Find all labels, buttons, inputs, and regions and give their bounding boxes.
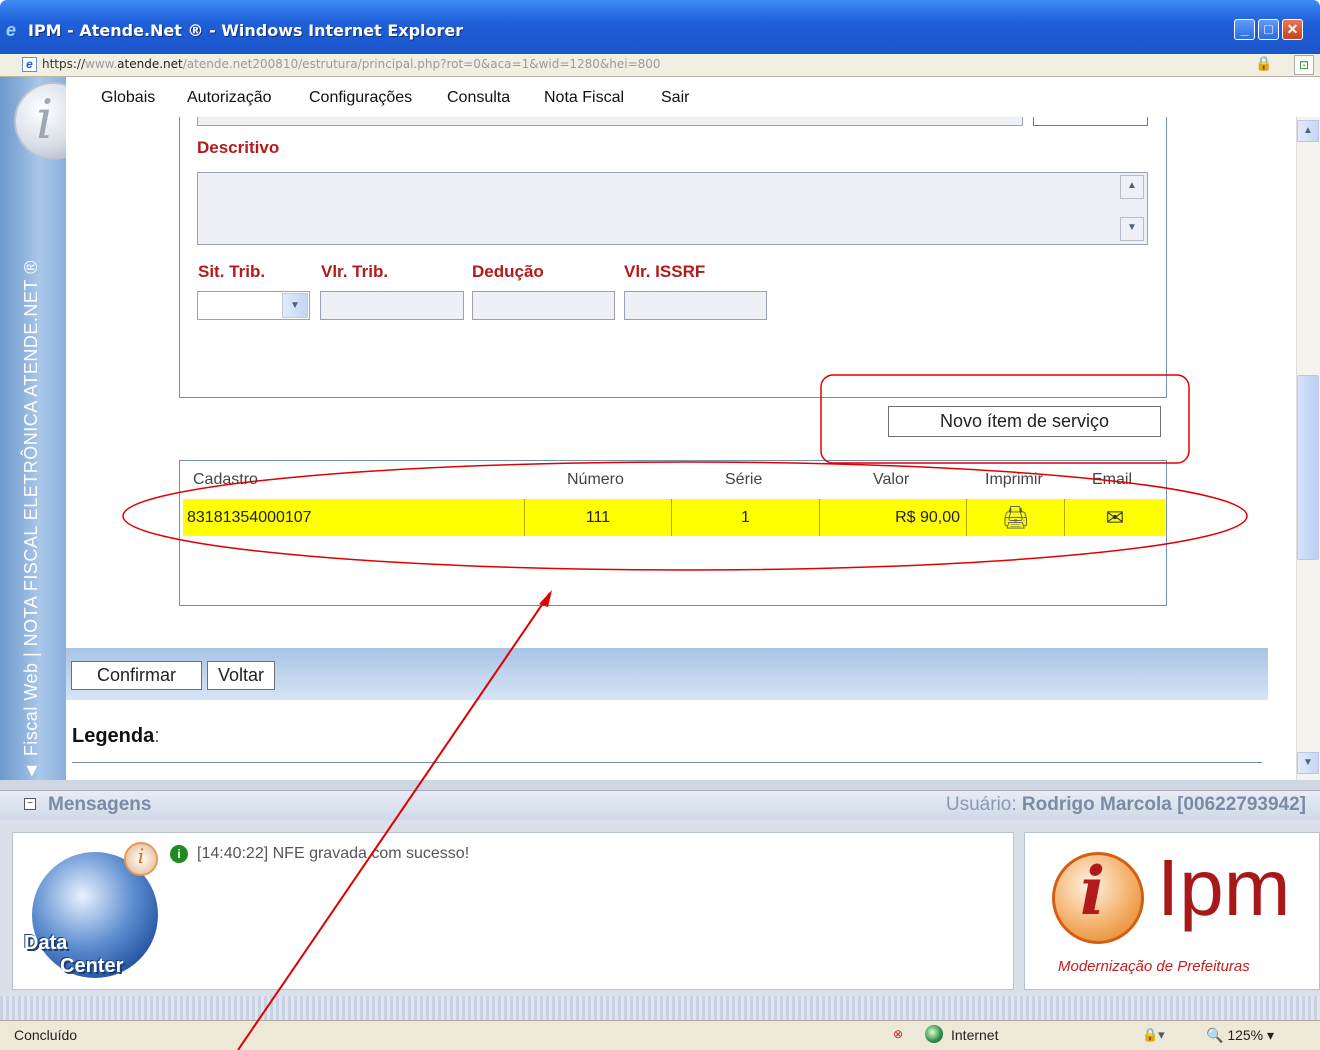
email-icon[interactable]: ✉ bbox=[1065, 499, 1165, 536]
cell-valor: R$ 90,00 bbox=[820, 499, 967, 536]
menu-configuracoes[interactable]: Configurações bbox=[309, 89, 412, 107]
vlr-issrf-label: Vlr. ISSRF bbox=[624, 262, 706, 281]
address-url[interactable]: https://www.atende.net/atende.net200810/… bbox=[42, 57, 661, 71]
menu-autorizacao[interactable]: Autorização bbox=[187, 89, 272, 107]
sidebar-vertical-text[interactable]: ◄ Fiscal Web | NOTA FISCAL ELETRÔNICA AT… bbox=[21, 260, 42, 780]
messages-splitter[interactable] bbox=[0, 780, 1320, 790]
textarea-scroll-up-icon[interactable]: ▲ bbox=[1120, 175, 1144, 199]
vlr-trib-label: Vlr. Trib. bbox=[321, 262, 389, 281]
scroll-thumb[interactable] bbox=[1297, 375, 1319, 560]
col-imprimir[interactable]: Imprimir bbox=[985, 471, 1043, 489]
top-button-partial[interactable] bbox=[1033, 117, 1148, 126]
sit-trib-label: Sit. Trib. bbox=[198, 262, 266, 281]
logo-i-icon: i bbox=[36, 88, 54, 151]
messages-title: Mensagens bbox=[48, 794, 152, 815]
ipm-logo-text: Ipm bbox=[1157, 843, 1291, 932]
col-serie[interactable]: Série bbox=[725, 471, 762, 489]
message-item: [14:40:22] NFE gravada com sucesso! bbox=[197, 845, 470, 862]
lock-icon[interactable]: 🔒 bbox=[1254, 55, 1274, 75]
descritivo-label: Descritivo bbox=[197, 138, 280, 157]
globe-icon bbox=[925, 1025, 943, 1043]
vlr-issrf-input[interactable] bbox=[624, 291, 767, 320]
service-item-panel bbox=[179, 117, 1167, 398]
col-email[interactable]: Email bbox=[1092, 471, 1132, 489]
blocked-icon[interactable]: ⊗ bbox=[893, 1027, 911, 1043]
zoom-control[interactable]: 🔍 125% ▾ bbox=[1206, 1027, 1274, 1044]
messages-footer bbox=[0, 996, 1320, 1020]
printer-icon[interactable]: 🖨 bbox=[967, 499, 1065, 536]
window-title: IPM - Atende.Net ® - Windows Internet Ex… bbox=[28, 21, 464, 40]
collapse-icon[interactable]: − bbox=[24, 798, 36, 810]
datacenter-text-2: Center bbox=[60, 955, 124, 977]
zone-text: Internet bbox=[951, 1027, 999, 1043]
back-button[interactable]: Voltar bbox=[207, 661, 275, 690]
deducao-label: Dedução bbox=[472, 262, 544, 281]
col-valor[interactable]: Valor bbox=[873, 471, 909, 489]
feed-icon[interactable]: ⊡ bbox=[1294, 55, 1314, 75]
status-bar bbox=[0, 1020, 1320, 1050]
textarea-scroll-down-icon[interactable]: ▼ bbox=[1120, 217, 1144, 241]
ipm-tagline: Modernização de Prefeituras bbox=[1058, 958, 1250, 975]
col-cadastro[interactable]: Cadastro bbox=[193, 471, 258, 489]
datacenter-text-1: Data bbox=[24, 932, 68, 954]
legend-title: Legenda: bbox=[72, 725, 160, 747]
cell-numero: 111 bbox=[525, 499, 672, 536]
menu-sair[interactable]: Sair bbox=[661, 89, 689, 107]
menu-nota-fiscal[interactable]: Nota Fiscal bbox=[544, 89, 624, 107]
legend-divider bbox=[72, 762, 1262, 763]
cell-serie: 1 bbox=[672, 499, 820, 536]
scroll-down-icon[interactable]: ▼ bbox=[1297, 752, 1319, 774]
chevron-down-icon[interactable]: ▼ bbox=[282, 293, 308, 318]
descritivo-textarea[interactable] bbox=[197, 172, 1148, 245]
ipm-i-glyph: i bbox=[1080, 852, 1106, 930]
minimize-button[interactable]: _ bbox=[1234, 19, 1255, 40]
deducao-input[interactable] bbox=[472, 291, 615, 320]
top-input-partial[interactable] bbox=[197, 117, 1023, 126]
menu-consulta[interactable]: Consulta bbox=[447, 89, 510, 107]
close-button[interactable]: ✕ bbox=[1282, 19, 1303, 40]
user-info: Usuário: Rodrigo Marcola [00622793942] bbox=[945, 794, 1306, 815]
cell-cadastro: 83181354000107 bbox=[183, 499, 525, 536]
new-service-item-button[interactable]: Novo ítem de serviço bbox=[888, 406, 1161, 437]
maximize-button[interactable]: □ bbox=[1258, 19, 1279, 40]
vlr-trib-input[interactable] bbox=[320, 291, 464, 320]
menu-globais[interactable]: Globais bbox=[101, 89, 155, 107]
status-text: Concluído bbox=[14, 1027, 78, 1043]
messages-list bbox=[12, 832, 1014, 990]
ie-icon: e bbox=[6, 20, 17, 40]
col-numero[interactable]: Número bbox=[567, 471, 624, 489]
page-icon: e bbox=[22, 57, 37, 72]
datacenter-i-icon: i bbox=[124, 842, 158, 876]
protected-mode-icon[interactable]: 🔒▾ bbox=[1142, 1027, 1165, 1043]
confirm-button[interactable]: Confirmar bbox=[71, 661, 202, 690]
scroll-up-icon[interactable]: ▲ bbox=[1297, 120, 1319, 142]
info-icon: i bbox=[170, 845, 188, 863]
